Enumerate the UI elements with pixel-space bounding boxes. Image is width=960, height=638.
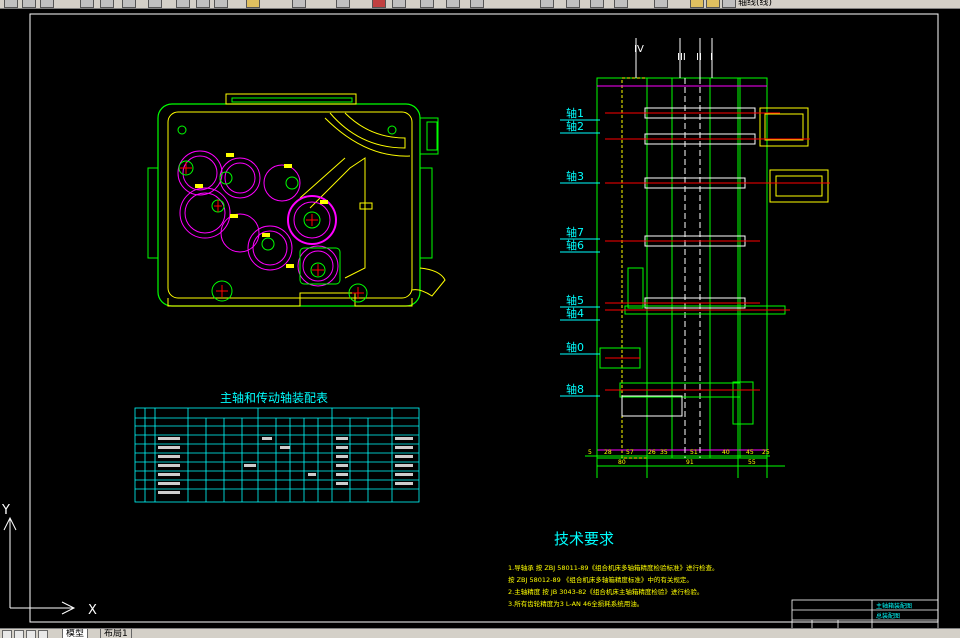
housing-front-view <box>147 93 446 307</box>
save-icon[interactable] <box>40 0 54 8</box>
layer-on-icon[interactable] <box>690 0 704 8</box>
new-icon[interactable] <box>4 0 18 8</box>
shaft-label: 轴4 <box>566 306 584 320</box>
cut-icon[interactable] <box>176 0 190 8</box>
shaft-label: 轴7 <box>566 225 584 239</box>
plot-icon[interactable] <box>122 0 136 8</box>
roman-marks: IV III II I <box>634 44 713 63</box>
dim-value: 28 <box>604 449 612 456</box>
shaft-label-group: 轴1 轴2 轴3 轴7 轴6 轴5 轴4 轴0 轴8 <box>566 106 584 396</box>
open-icon[interactable] <box>22 0 36 8</box>
section-view <box>596 38 768 459</box>
layer-freeze-icon[interactable] <box>706 0 720 8</box>
shaft-label: 轴3 <box>566 169 584 183</box>
layer-color-icon[interactable] <box>722 0 736 8</box>
dim-value: 80 <box>618 459 626 466</box>
print-icon[interactable] <box>80 0 94 8</box>
shaft-label: 轴2 <box>566 119 584 133</box>
tech-line: 2.主轴精度 按 JB 3043-82《组合机床主轴箱精度检验》进行检验。 <box>508 587 703 596</box>
table-title: 主轴和传动轴装配表 <box>220 390 328 405</box>
tool-palette-icon[interactable] <box>566 0 580 8</box>
calculator-icon[interactable] <box>590 0 604 8</box>
layer-dropdown[interactable]: 轴线(线) <box>738 0 772 8</box>
shaft-label: 轴5 <box>566 293 584 307</box>
shaft-leader-lines <box>560 119 600 397</box>
shaft-end-housings <box>599 107 829 425</box>
roman-mark: IV <box>634 44 644 55</box>
title-block <box>791 599 939 630</box>
zoom-window-icon[interactable] <box>420 0 434 8</box>
tech-line: 3.所有齿轮精度为3 L-AN 46全损耗系统用油。 <box>508 599 643 608</box>
dim-value: 55 <box>748 459 756 466</box>
dim-value: 91 <box>686 459 694 466</box>
gear-train <box>177 150 339 287</box>
dim-value: 45 <box>746 449 754 456</box>
pan-icon[interactable] <box>372 0 386 8</box>
paste-icon[interactable] <box>214 0 228 8</box>
design-center-icon[interactable] <box>540 0 554 8</box>
redo-icon[interactable] <box>336 0 350 8</box>
zoom-realtime-icon[interactable] <box>392 0 406 8</box>
dim-value: 51 <box>690 449 698 456</box>
tech-requirements-title: 技术要求 <box>554 530 614 548</box>
copy-icon[interactable] <box>196 0 210 8</box>
roman-mark: III <box>677 52 686 63</box>
dim-value: 35 <box>660 449 668 456</box>
title-block-sub: 总装配图 <box>876 612 900 620</box>
zoom-previous-icon[interactable] <box>446 0 460 8</box>
shaft-assemblies <box>619 107 786 417</box>
roman-mark: II <box>696 52 702 63</box>
tech-line: 1.导轴承 按 ZBJ 58011-89《组合机床多轴箱精度检验标准》进行检查。 <box>508 563 719 572</box>
dim-value: 5 <box>588 449 592 456</box>
layer-manager-icon[interactable] <box>654 0 668 8</box>
tech-line: 按 ZBJ 58012-89 《组合机床多轴箱精度标准》中的有关规定。 <box>508 575 693 584</box>
dim-value: 57 <box>626 449 634 456</box>
shaft-label: 轴6 <box>566 238 584 252</box>
drawing-canvas[interactable]: 轴1 轴2 轴3 轴7 轴6 轴5 轴4 轴0 轴8 IV III II I 5 <box>0 8 960 630</box>
preview-icon[interactable] <box>100 0 114 8</box>
gear-centermarks <box>180 162 364 299</box>
undo-icon[interactable] <box>292 0 306 8</box>
shaft-label: 轴1 <box>566 106 584 120</box>
dim-value: 26 <box>648 449 656 456</box>
match-properties-icon[interactable] <box>246 0 260 8</box>
title-block-name: 主轴箱装配图 <box>876 602 912 610</box>
shaft-centers <box>177 125 397 303</box>
help-icon[interactable] <box>614 0 628 8</box>
ucs-y-label: Y <box>1 503 10 518</box>
ucs-icon <box>3 516 76 615</box>
shaft-label: 轴8 <box>566 382 584 396</box>
gear-labels <box>195 153 328 268</box>
dim-value: 25 <box>762 449 770 456</box>
roman-mark: I <box>710 52 713 63</box>
ucs-x-label: X <box>88 603 97 618</box>
table-cell-marks <box>158 437 413 494</box>
tech-requirements-text: 1.导轴承 按 ZBJ 58011-89《组合机床多轴箱精度检验标准》进行检查。… <box>508 563 719 608</box>
dim-value: 40 <box>722 449 730 456</box>
publish-icon[interactable] <box>148 0 162 8</box>
shaft-label: 轴0 <box>566 340 584 354</box>
properties-icon[interactable] <box>470 0 484 8</box>
